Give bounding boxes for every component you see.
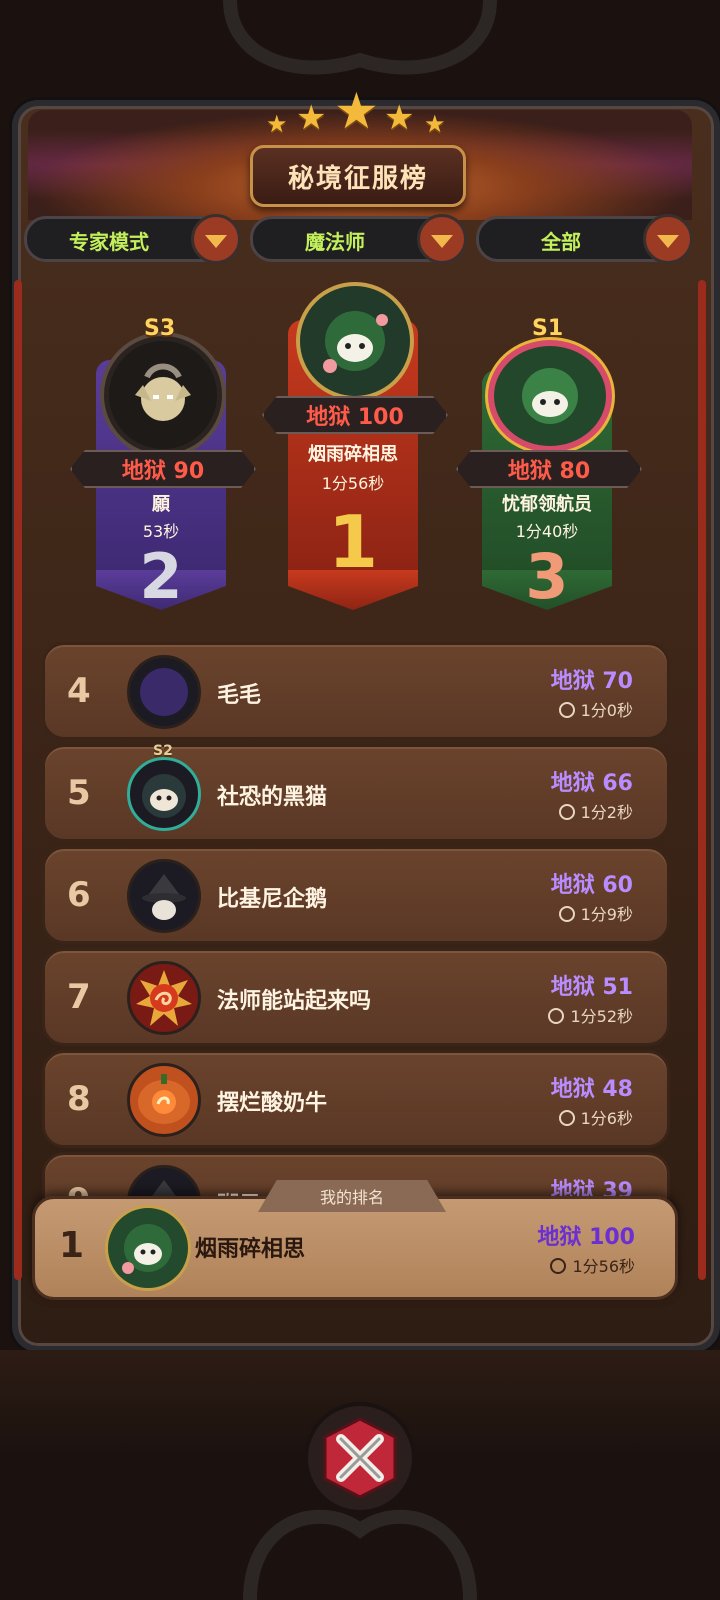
close-icon <box>323 1417 397 1499</box>
podium-score: 地狱 100 <box>262 396 448 434</box>
list-item[interactable]: 4 毛毛 地狱 70 1分0秒 <box>42 642 670 740</box>
avatar <box>127 757 201 831</box>
mode-dropdown-label: 专家模式 <box>69 230 149 254</box>
scope-dropdown-label: 全部 <box>541 230 581 254</box>
row-rank: 4 <box>67 671 91 711</box>
avatar <box>127 859 201 933</box>
avatar <box>127 655 201 729</box>
scope-dropdown[interactable]: 全部 <box>476 214 693 264</box>
page-title: 秘境征服榜 <box>250 145 466 207</box>
podium-time: 1分56秒 <box>321 474 385 493</box>
avatar <box>105 1205 191 1291</box>
clover-spirit-avatar-icon <box>522 368 578 424</box>
my-rank-tab: 我的排名 <box>258 1180 446 1212</box>
rating-stars: ★ ★ ★ ★ ★ <box>260 82 460 144</box>
podium-rank: 1 <box>327 500 379 584</box>
chevron-down-icon[interactable] <box>191 214 241 264</box>
avatar <box>127 1063 201 1137</box>
clock-icon <box>558 906 575 922</box>
wizard-hat-avatar-icon <box>142 874 186 920</box>
avatar <box>296 282 414 400</box>
season-badge: S2 <box>153 743 173 759</box>
pumpkin-fire-icon <box>138 1074 190 1124</box>
podium-name: 願 <box>152 494 170 515</box>
clock-icon <box>558 1110 575 1126</box>
row-time: 1分6秒 <box>558 1105 633 1129</box>
black-cat-avatar-icon <box>142 774 186 818</box>
my-rank-score: 地狱 100 <box>537 1225 635 1250</box>
my-rank-name: 烟雨碎相思 <box>195 1237 306 1262</box>
row-name: 摆烂酸奶牛 <box>217 1091 328 1116</box>
chevron-down-icon[interactable] <box>417 214 467 264</box>
star-icon: ★ <box>334 82 379 140</box>
avatar <box>127 961 201 1035</box>
podium-score: 地狱 80 <box>456 450 642 488</box>
row-name: 比基尼企鹅 <box>217 887 328 912</box>
podium-name: 烟雨碎相思 <box>308 444 398 465</box>
row-rank: 6 <box>67 875 91 915</box>
chevron-down-icon[interactable] <box>643 214 693 264</box>
moon-orb-icon <box>140 668 188 716</box>
row-time-value: 1分6秒 <box>580 1109 633 1128</box>
row-time: 1分52秒 <box>548 1003 633 1027</box>
podium-score: 地狱 90 <box>70 450 256 488</box>
row-rank: 8 <box>67 1079 91 1119</box>
star-icon: ★ <box>296 98 327 138</box>
frame-rail-right <box>698 280 706 1280</box>
clover-spirit-avatar-icon <box>323 311 388 373</box>
clover-spirit-avatar-icon <box>122 1224 172 1274</box>
podium-time: 1分40秒 <box>515 522 579 541</box>
row-time: 1分0秒 <box>558 697 633 721</box>
row-name: 法师能站起来吗 <box>217 989 372 1014</box>
row-time-value: 1分2秒 <box>580 803 633 822</box>
row-time: 1分2秒 <box>558 799 633 823</box>
podium-name: 忧郁领航员 <box>502 494 592 515</box>
season-badge: S3 <box>144 316 176 341</box>
row-score: 地狱 70 <box>550 669 633 694</box>
row-name: 社恐的黑猫 <box>217 785 328 810</box>
list-item[interactable]: 8 摆烂酸奶牛 地狱 48 1分6秒 <box>42 1050 670 1148</box>
mode-dropdown[interactable]: 专家模式 <box>24 214 241 264</box>
avatar <box>488 340 612 452</box>
row-rank: 5 <box>67 773 91 813</box>
clock-icon <box>558 804 575 820</box>
my-rank-time-value: 1分56秒 <box>572 1257 635 1276</box>
class-dropdown[interactable]: 魔法师 <box>250 214 467 264</box>
clock-icon <box>550 1258 567 1274</box>
star-icon: ★ <box>266 110 288 138</box>
row-name: 毛毛 <box>217 683 262 708</box>
fire-emblem-icon <box>136 970 192 1026</box>
row-score: 地狱 60 <box>550 873 633 898</box>
season-badge: S1 <box>532 316 564 341</box>
star-icon: ★ <box>384 98 415 138</box>
list-item[interactable]: 5 S2 社恐的黑猫 地狱 66 1分2秒 <box>42 743 670 842</box>
frame-rail-left <box>14 280 22 1280</box>
my-rank-time: 1分56秒 <box>550 1253 635 1277</box>
row-time-value: 1分9秒 <box>580 905 633 924</box>
class-dropdown-label: 魔法师 <box>305 230 365 254</box>
podium-rank: 3 <box>525 540 569 613</box>
list-item[interactable]: 6 比基尼企鹅 地狱 60 1分9秒 <box>42 846 670 944</box>
clock-icon <box>558 702 575 718</box>
star-icon: ★ <box>424 110 446 138</box>
row-time-value: 1分52秒 <box>570 1007 633 1026</box>
podium-time: 53秒 <box>142 522 180 541</box>
row-score: 地狱 66 <box>550 771 633 796</box>
row-score: 地狱 48 <box>550 1077 633 1102</box>
close-button[interactable] <box>308 1406 412 1510</box>
my-rank-number: 1 <box>59 1225 85 1266</box>
elf-avatar-icon <box>135 363 191 421</box>
clock-icon <box>548 1008 565 1024</box>
podium-rank: 2 <box>139 540 183 613</box>
row-rank: 7 <box>67 977 91 1017</box>
list-item[interactable]: 7 法师能站起来吗 地狱 51 1分52秒 <box>42 948 670 1046</box>
row-score: 地狱 51 <box>550 975 633 1000</box>
row-time-value: 1分0秒 <box>580 701 633 720</box>
row-time: 1分9秒 <box>558 901 633 925</box>
avatar <box>104 336 222 454</box>
